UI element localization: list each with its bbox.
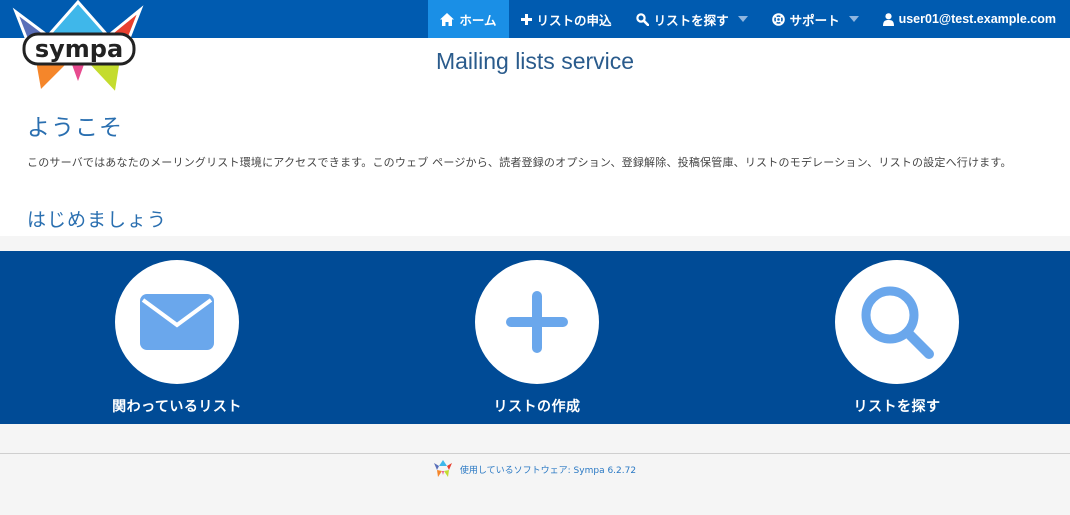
create-list-label: リストの作成 bbox=[493, 399, 581, 415]
chevron-down-icon bbox=[737, 16, 748, 22]
nav-user-label: user01@test.example.com bbox=[898, 12, 1056, 26]
home-icon bbox=[440, 12, 455, 26]
main-content: Mailing lists service ようこそ このサーバではあなたのメー… bbox=[0, 38, 1070, 236]
footer-divider bbox=[0, 453, 1070, 454]
nav-support-label: サポート bbox=[789, 13, 840, 28]
footer: 使用しているソフトウェア: Sympa 6.2.72 bbox=[0, 460, 1070, 478]
search-lists-button[interactable]: リストを探す bbox=[787, 251, 1007, 424]
nav-support[interactable]: サポート bbox=[760, 0, 871, 38]
my-lists-circle bbox=[115, 260, 239, 384]
actions-band: 関わっているリスト リストの作成 リストを探す bbox=[0, 251, 1070, 424]
nav-home-label: ホーム bbox=[459, 13, 497, 28]
plus-icon bbox=[506, 291, 568, 353]
user-icon bbox=[882, 12, 894, 26]
search-lists-circle bbox=[835, 260, 959, 384]
page-title: Mailing lists service bbox=[435, 48, 635, 74]
create-list-circle bbox=[475, 260, 599, 384]
nav-search-lists-label: リストを探す bbox=[653, 13, 729, 28]
chevron-down-icon bbox=[848, 16, 859, 22]
create-list-button[interactable]: リストの作成 bbox=[427, 251, 647, 424]
nav-request-list-label: リストの申込 bbox=[536, 13, 612, 28]
logo-text: sympa bbox=[35, 35, 123, 63]
my-lists-button[interactable]: 関わっているリスト bbox=[67, 251, 287, 424]
main-nav: ホーム リストの申込 リストを探す サポート user01@test.examp… bbox=[428, 0, 1070, 38]
top-navbar: ホーム リストの申込 リストを探す サポート user01@test.examp… bbox=[0, 0, 1070, 38]
search-lists-label: リストを探す bbox=[853, 399, 941, 415]
nav-user-menu[interactable]: user01@test.example.com bbox=[871, 0, 1070, 38]
nav-request-list[interactable]: リストの申込 bbox=[509, 0, 624, 38]
magnifier-icon bbox=[861, 286, 934, 359]
footer-software-link[interactable]: 使用しているソフトウェア: Sympa 6.2.72 bbox=[460, 463, 636, 476]
sympa-logo[interactable]: sympa bbox=[10, 0, 146, 100]
lifebuoy-icon bbox=[771, 12, 785, 26]
getting-started-heading: はじめましょう bbox=[27, 209, 168, 231]
envelope-icon bbox=[140, 294, 214, 350]
my-lists-label: 関わっているリスト bbox=[112, 399, 242, 415]
nav-home[interactable]: ホーム bbox=[428, 0, 509, 38]
welcome-heading: ようこそ bbox=[27, 115, 123, 141]
nav-search-lists[interactable]: リストを探す bbox=[624, 0, 760, 38]
intro-text: このサーバではあなたのメーリングリスト環境にアクセスできます。このウェブ ページ… bbox=[27, 156, 1012, 169]
search-icon bbox=[635, 12, 649, 26]
sympa-small-logo-icon bbox=[433, 460, 452, 477]
plus-icon bbox=[520, 13, 532, 25]
